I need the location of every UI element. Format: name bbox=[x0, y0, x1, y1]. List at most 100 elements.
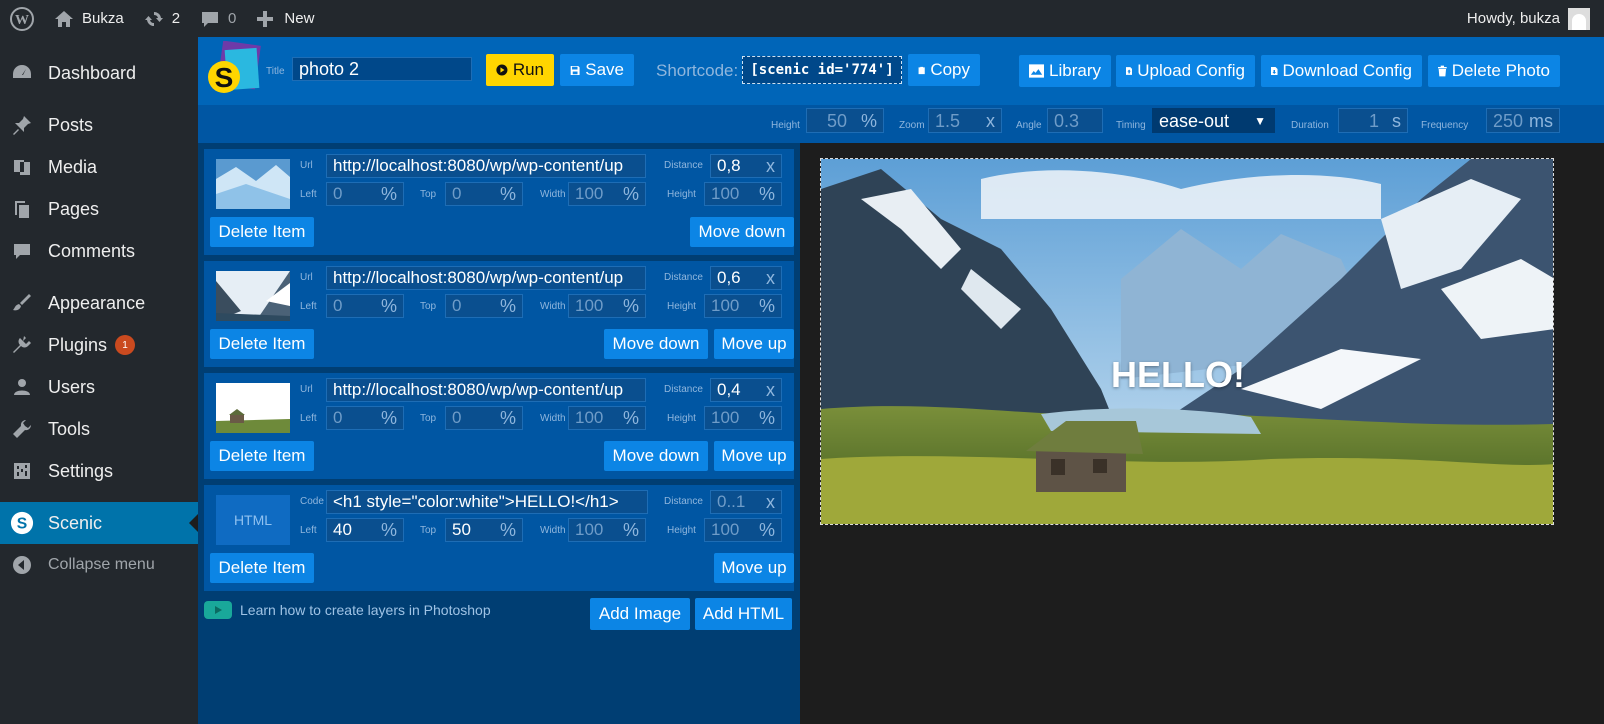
width-value: 100 bbox=[575, 520, 604, 539]
move-up-button[interactable]: Move up bbox=[714, 329, 794, 359]
layer-thumbnail[interactable] bbox=[216, 271, 290, 321]
left-input[interactable]: 0% bbox=[326, 182, 404, 206]
account-menu[interactable]: Howdy, bukza bbox=[1467, 7, 1604, 30]
wordpress-logo-icon[interactable]: W bbox=[0, 0, 44, 37]
photo-preview[interactable]: HELLO! bbox=[820, 158, 1554, 525]
width-input[interactable]: 100% bbox=[568, 518, 646, 542]
height-input[interactable]: 50 % bbox=[806, 108, 884, 133]
move-down-button[interactable]: Move down bbox=[690, 217, 794, 247]
dashboard-icon bbox=[10, 61, 34, 85]
delete-photo-button[interactable]: Delete Photo bbox=[1428, 55, 1560, 87]
distance-input[interactable]: 0,4 x bbox=[710, 378, 782, 402]
url-input[interactable]: http://localhost:8080/wp/wp-content/up bbox=[326, 378, 646, 402]
upload-config-button[interactable]: Upload Config bbox=[1116, 55, 1255, 87]
shortcode-field[interactable]: [scenic id='774'] bbox=[742, 56, 902, 84]
distance-value: 0..1 bbox=[717, 492, 746, 511]
sidebar-item-appearance[interactable]: Appearance bbox=[0, 282, 198, 324]
distance-value: 0,4 bbox=[717, 380, 741, 399]
layer-thumbnail[interactable] bbox=[216, 159, 290, 209]
delete-item-button[interactable]: Delete Item bbox=[210, 217, 314, 247]
url-input[interactable]: http://localhost:8080/wp/wp-content/up bbox=[326, 154, 646, 178]
sidebar-item-pages[interactable]: Pages bbox=[0, 188, 198, 230]
move-down-button[interactable]: Move down bbox=[604, 329, 708, 359]
sidebar-item-tools[interactable]: Tools bbox=[0, 408, 198, 450]
library-button[interactable]: Library bbox=[1019, 55, 1111, 87]
sidebar-item-plugins[interactable]: Plugins 1 bbox=[0, 324, 198, 366]
distance-label: Distance bbox=[664, 496, 703, 507]
layer-thumbnail[interactable] bbox=[216, 383, 290, 433]
avatar bbox=[1568, 7, 1590, 30]
width-input[interactable]: 100% bbox=[568, 182, 646, 206]
width-input[interactable]: 100% bbox=[568, 294, 646, 318]
copy-shortcode-button[interactable]: Copy bbox=[908, 54, 980, 86]
width-unit: % bbox=[622, 408, 639, 428]
distance-unit: x bbox=[766, 492, 775, 512]
duration-input[interactable]: 1 s bbox=[1338, 108, 1408, 133]
height-input[interactable]: 100% bbox=[704, 406, 782, 430]
download-config-button[interactable]: Download Config bbox=[1261, 55, 1422, 87]
zoom-unit: x bbox=[986, 111, 995, 131]
sidebar-item-comments[interactable]: Comments bbox=[0, 230, 198, 272]
sidebar-item-posts[interactable]: Posts bbox=[0, 104, 198, 146]
save-label: Save bbox=[585, 60, 624, 79]
left-value: 0 bbox=[333, 408, 343, 427]
title-input[interactable]: photo 2 bbox=[292, 57, 472, 81]
width-input[interactable]: 100% bbox=[568, 406, 646, 430]
user-icon bbox=[10, 375, 34, 399]
distance-input[interactable]: 0,6 x bbox=[710, 266, 782, 290]
top-input[interactable]: 0% bbox=[445, 182, 523, 206]
left-input[interactable]: 40% bbox=[326, 518, 404, 542]
distance-input[interactable]: 0..1 x bbox=[710, 490, 782, 514]
add-image-button[interactable]: Add Image bbox=[590, 598, 690, 630]
add-html-button[interactable]: Add HTML bbox=[695, 598, 792, 630]
new-content-link[interactable]: New bbox=[246, 0, 324, 37]
move-down-button[interactable]: Move down bbox=[604, 441, 708, 471]
move-up-button[interactable]: Move up bbox=[714, 441, 794, 471]
height-input[interactable]: 100% bbox=[704, 518, 782, 542]
zoom-input[interactable]: 1.5 x bbox=[928, 108, 1002, 133]
distance-input[interactable]: 0,8 x bbox=[710, 154, 782, 178]
left-input[interactable]: 0% bbox=[326, 406, 404, 430]
code-input[interactable]: <h1 style="color:white">HELLO!</h1> bbox=[326, 490, 648, 514]
run-button[interactable]: Run bbox=[486, 54, 554, 86]
top-input[interactable]: 0% bbox=[445, 294, 523, 318]
distance-label: Distance bbox=[664, 160, 703, 171]
height-input[interactable]: 100% bbox=[704, 182, 782, 206]
sidebar-item-users[interactable]: Users bbox=[0, 366, 198, 408]
angle-input[interactable]: 0.3 bbox=[1047, 108, 1103, 133]
delete-item-button[interactable]: Delete Item bbox=[210, 329, 314, 359]
sidebar-item-scenic[interactable]: S Scenic bbox=[0, 502, 198, 544]
comments-link[interactable]: 0 bbox=[190, 0, 246, 37]
timing-select[interactable]: ease-out ▼ bbox=[1152, 108, 1275, 133]
comment-icon bbox=[202, 11, 219, 27]
frequency-label: Frequency bbox=[1421, 120, 1469, 131]
top-label: Top bbox=[420, 525, 437, 536]
top-input[interactable]: 0% bbox=[445, 406, 523, 430]
left-input[interactable]: 0% bbox=[326, 294, 404, 318]
trash-icon bbox=[1438, 65, 1447, 77]
frequency-input[interactable]: 250 ms bbox=[1486, 108, 1560, 133]
sidebar-item-label: Posts bbox=[48, 114, 94, 135]
timing-value: ease-out bbox=[1159, 111, 1230, 131]
learn-photoshop-link[interactable]: Learn how to create layers in Photoshop bbox=[204, 601, 491, 619]
sidebar-item-dashboard[interactable]: Dashboard bbox=[0, 52, 198, 94]
sidebar-item-label: Media bbox=[48, 156, 98, 177]
url-input[interactable]: http://localhost:8080/wp/wp-content/up bbox=[326, 266, 646, 290]
top-unit: % bbox=[499, 408, 516, 428]
sidebar-item-settings[interactable]: Settings bbox=[0, 450, 198, 492]
delete-item-button[interactable]: Delete Item bbox=[210, 441, 314, 471]
top-input[interactable]: 50% bbox=[445, 518, 523, 542]
angle-value: 0.3 bbox=[1054, 111, 1080, 131]
delete-item-button[interactable]: Delete Item bbox=[210, 553, 314, 583]
site-name-link[interactable]: Bukza bbox=[44, 0, 134, 37]
sidebar-item-media[interactable]: Media bbox=[0, 146, 198, 188]
move-up-button[interactable]: Move up bbox=[714, 553, 794, 583]
sidebar-item-label: Dashboard bbox=[48, 62, 137, 83]
frequency-value: 250 bbox=[1493, 111, 1524, 131]
top-value: 0 bbox=[452, 184, 462, 203]
collapse-menu-button[interactable]: Collapse menu bbox=[0, 544, 198, 586]
updates-link[interactable]: 2 bbox=[134, 0, 190, 37]
save-button[interactable]: Save bbox=[560, 54, 634, 86]
height-input[interactable]: 100% bbox=[704, 294, 782, 318]
layers-panel: Url http://localhost:8080/wp/wp-content/… bbox=[198, 143, 800, 724]
